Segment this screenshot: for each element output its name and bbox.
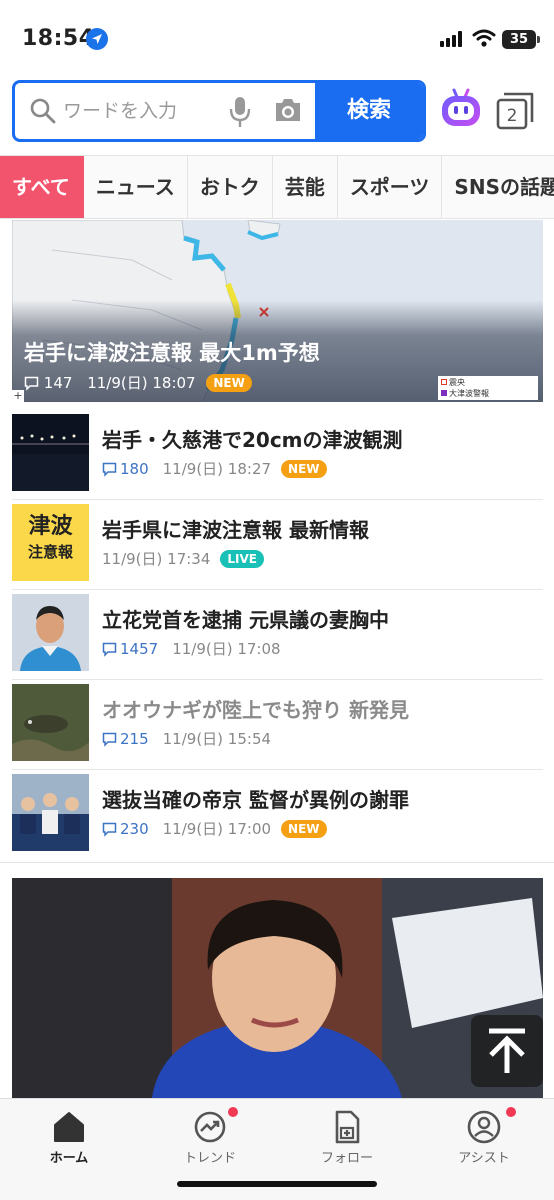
article-meta: 1457 11/9(日) 17:08	[102, 638, 281, 659]
comment-count: 230	[102, 820, 149, 838]
new-badge: NEW	[281, 460, 327, 478]
hero-article[interactable]: 岩手に津波注意報 最大1m予想 147 11/9(日) 18:07 NEW 震央…	[12, 220, 543, 402]
ai-assistant-icon[interactable]	[440, 88, 482, 130]
new-badge: NEW	[281, 820, 327, 838]
user-assist-icon	[467, 1110, 501, 1144]
search-input[interactable]	[63, 93, 223, 129]
comment-icon	[102, 642, 117, 657]
article-thumbnail	[12, 594, 89, 671]
article-time: 11/9(日) 15:54	[162, 730, 272, 748]
nav-trend-label: トレンド	[183, 1151, 236, 1166]
comment-count: 180	[102, 460, 149, 478]
comment-icon	[102, 462, 117, 477]
tab-news[interactable]: ニュース	[84, 156, 188, 218]
trend-notification-dot	[228, 1107, 238, 1117]
nav-assist[interactable]: アシスト	[434, 1107, 534, 1166]
map-legend: 震央 大津波警報	[438, 376, 538, 400]
svg-text:2: 2	[507, 106, 518, 126]
article-time: 11/9(日) 17:00	[162, 820, 272, 838]
category-tabs: すべて ニュース おトク 芸能 スポーツ SNSの話題	[0, 155, 554, 219]
new-badge: NEW	[206, 374, 252, 392]
nav-trend[interactable]: トレンド	[160, 1107, 260, 1166]
wifi-icon	[472, 29, 496, 47]
article-meta: 11/9(日) 17:34 LIVE	[102, 548, 264, 569]
trend-icon	[194, 1111, 226, 1143]
article-title: 選抜当確の帝京 監督が異例の謝罪	[102, 788, 409, 812]
tabs-icon: 2	[496, 92, 534, 130]
home-indicator	[177, 1181, 377, 1187]
list-item[interactable]: 岩手・久慈港で20cmの津波観測 180 11/9(日) 18:27 NEW	[12, 410, 543, 500]
microphone-icon[interactable]	[229, 95, 251, 129]
tabs-count-button[interactable]: 2	[494, 90, 536, 134]
status-bar: 18:54 35	[0, 0, 554, 72]
article-title: 岩手・久慈港で20cmの津波観測	[102, 428, 403, 452]
assist-notification-dot	[506, 1107, 516, 1117]
tab-sports[interactable]: スポーツ	[338, 156, 443, 218]
article-time: 11/9(日) 18:27	[162, 460, 272, 478]
list-item[interactable]: 選抜当確の帝京 監督が異例の謝罪 230 11/9(日) 17:00 NEW	[12, 770, 543, 862]
section-divider	[0, 862, 554, 874]
comment-icon	[102, 732, 117, 747]
map-zoom-plus-icon: +	[12, 389, 24, 402]
article-title: 岩手県に津波注意報 最新情報	[102, 518, 369, 542]
tsunami-advisory-thumbnail: 津波 注意報	[12, 504, 89, 581]
hero-meta: 147 11/9(日) 18:07 NEW	[24, 372, 252, 393]
list-item[interactable]: 津波 注意報 岩手県に津波注意報 最新情報 11/9(日) 17:34 LIVE	[12, 500, 543, 590]
article-meta: 230 11/9(日) 17:00 NEW	[102, 818, 327, 839]
nav-home-label: ホーム	[49, 1151, 89, 1166]
list-item[interactable]: 立花党首を逮捕 元県議の妻胸中 1457 11/9(日) 17:08	[12, 590, 543, 680]
tab-deals[interactable]: おトク	[188, 156, 273, 218]
tab-sns[interactable]: SNSの話題	[442, 156, 554, 218]
article-thumbnail	[12, 414, 89, 491]
article-thumbnail	[12, 684, 89, 761]
nav-assist-label: アシスト	[458, 1151, 510, 1166]
battery-indicator: 35	[502, 30, 540, 49]
hero-title: 岩手に津波注意報 最大1m予想	[24, 341, 320, 365]
status-time: 18:54	[22, 26, 95, 51]
tab-entertainment[interactable]: 芸能	[273, 156, 338, 218]
location-arrow-icon	[86, 28, 108, 50]
home-icon	[54, 1112, 84, 1142]
article-title: オオウナギが陸上でも狩り 新発見	[102, 698, 409, 722]
hero-time: 11/9(日) 18:07	[87, 374, 196, 392]
comment-icon	[102, 822, 117, 837]
cellular-signal-icon	[440, 31, 466, 47]
article-time: 11/9(日) 17:08	[172, 640, 281, 658]
arrow-up-icon	[489, 1028, 525, 1073]
nav-follow[interactable]: フォロー	[297, 1109, 397, 1166]
comment-count: 215	[102, 730, 149, 748]
hero-comment-count: 147	[43, 374, 73, 392]
search-icon	[30, 98, 56, 124]
search-button[interactable]: 検索	[315, 83, 423, 139]
article-meta: 215 11/9(日) 15:54	[102, 728, 271, 749]
comment-icon	[24, 376, 39, 391]
article-time: 11/9(日) 17:34	[102, 550, 211, 568]
article-title: 立花党首を逮捕 元県議の妻胸中	[102, 608, 389, 632]
camera-icon[interactable]	[273, 97, 303, 123]
featured-photo[interactable]	[12, 878, 543, 1098]
tab-all[interactable]: すべて	[0, 156, 84, 218]
article-thumbnail	[12, 774, 89, 851]
nav-home[interactable]: ホーム	[19, 1109, 119, 1166]
search-box: 検索	[12, 80, 426, 142]
list-item[interactable]: オオウナギが陸上でも狩り 新発見 215 11/9(日) 15:54	[12, 680, 543, 770]
nav-follow-label: フォロー	[320, 1151, 373, 1166]
comment-count: 1457	[102, 640, 158, 658]
article-meta: 180 11/9(日) 18:27 NEW	[102, 458, 327, 479]
live-badge: LIVE	[220, 550, 264, 568]
scroll-to-top-button[interactable]	[471, 1015, 543, 1087]
follow-icon	[335, 1110, 360, 1144]
